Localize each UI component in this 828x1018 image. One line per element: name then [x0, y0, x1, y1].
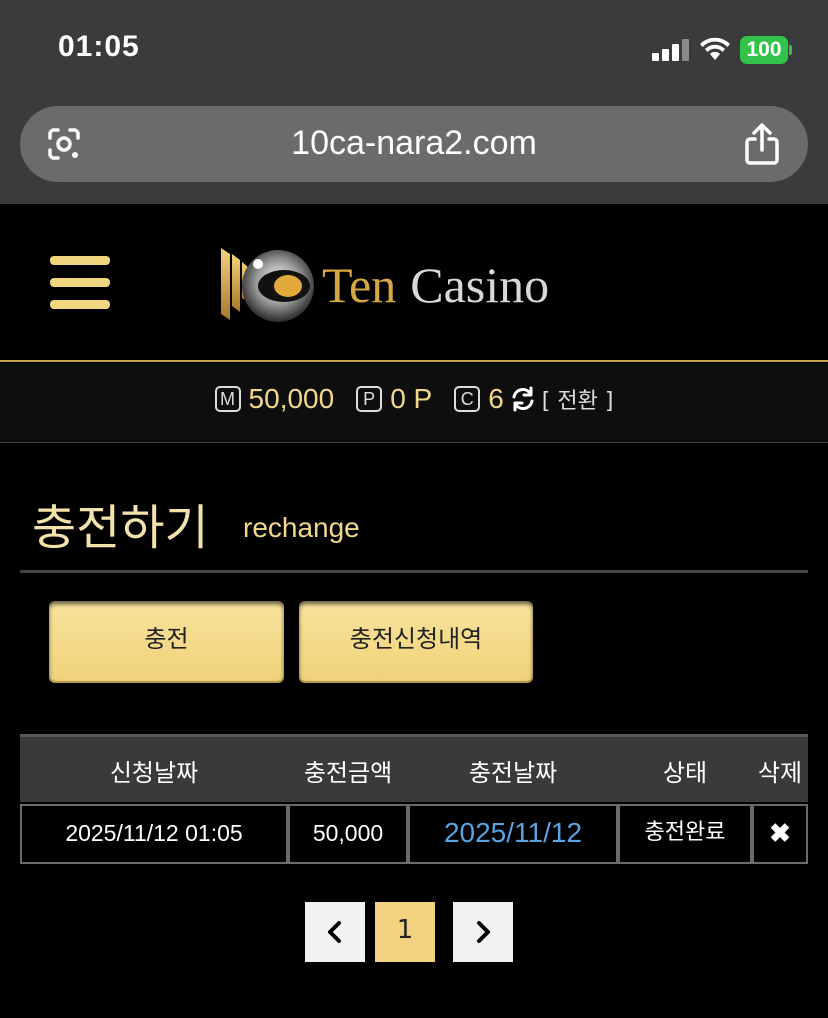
logo-casino-text: Casino [410, 257, 550, 313]
share-icon[interactable] [742, 122, 782, 166]
url-text: 10ca-nara2.com [291, 124, 537, 162]
coin-badge-icon: C [454, 386, 481, 412]
battery-level: 100 [746, 38, 782, 61]
cell-amount: 50,000 [288, 804, 408, 864]
address-bar[interactable]: 10ca-nara2.com [20, 106, 808, 182]
refresh-icon[interactable] [510, 386, 536, 412]
status-bar: 01:05 100 [0, 0, 828, 100]
convert-link[interactable]: [ 전환 ] [542, 383, 614, 415]
pagination-current-page[interactable]: 1 [375, 902, 435, 962]
column-header-charge-date: 충전날짜 [468, 759, 558, 787]
pagination-next-button[interactable] [453, 902, 513, 962]
point-badge-icon: P [356, 386, 383, 412]
page-subtitle: rechange [243, 512, 360, 543]
status-time: 01:05 [58, 30, 140, 63]
coin-balance: 6 [488, 383, 504, 414]
browser-toolbar: 10ca-nara2.com [0, 100, 828, 204]
balance-bar: M 50,000 P 0 P C 6 [ 전환 ] [0, 363, 828, 443]
cell-request-date: 2025/11/12 01:05 [20, 804, 288, 864]
column-header-status: 상태 [662, 759, 708, 787]
point-balance: 0 P [390, 383, 433, 414]
site-header: Ten Casino [0, 204, 828, 362]
column-header-amount: 충전금액 [303, 759, 393, 787]
title-divider [20, 570, 808, 573]
pagination-prev-button[interactable] [305, 902, 365, 962]
logo-ten-text: Ten [322, 257, 397, 313]
cellular-signal-icon [652, 39, 690, 61]
delete-icon[interactable]: ✖ [752, 804, 808, 864]
hamburger-menu-icon[interactable] [50, 256, 110, 310]
battery-icon: 100 [740, 36, 792, 64]
money-badge-icon: M [214, 386, 241, 412]
column-header-request-date: 신청날짜 [109, 759, 199, 787]
money-balance: 50,000 [248, 383, 335, 414]
chevron-left-icon [328, 921, 341, 943]
table-header: 신청날짜 충전금액 충전날짜 상태 삭제 [20, 734, 808, 802]
charge-history-button[interactable]: 충전신청내역 [299, 601, 533, 681]
charge-button[interactable]: 충전 [49, 601, 284, 681]
table-row: 2025/11/12 01:05 50,000 2025/11/12 충전완료 … [20, 804, 808, 864]
ten-casino-logo[interactable]: Ten Casino [218, 242, 618, 328]
cell-charge-date[interactable]: 2025/11/12 [408, 804, 618, 864]
column-header-delete: 삭제 [757, 759, 803, 787]
page-title: 충전하기 [32, 500, 209, 556]
logo-emblem-icon [221, 248, 314, 322]
wifi-icon [700, 37, 730, 60]
cell-status: 충전완료 [618, 804, 752, 864]
chevron-right-icon [477, 921, 490, 943]
